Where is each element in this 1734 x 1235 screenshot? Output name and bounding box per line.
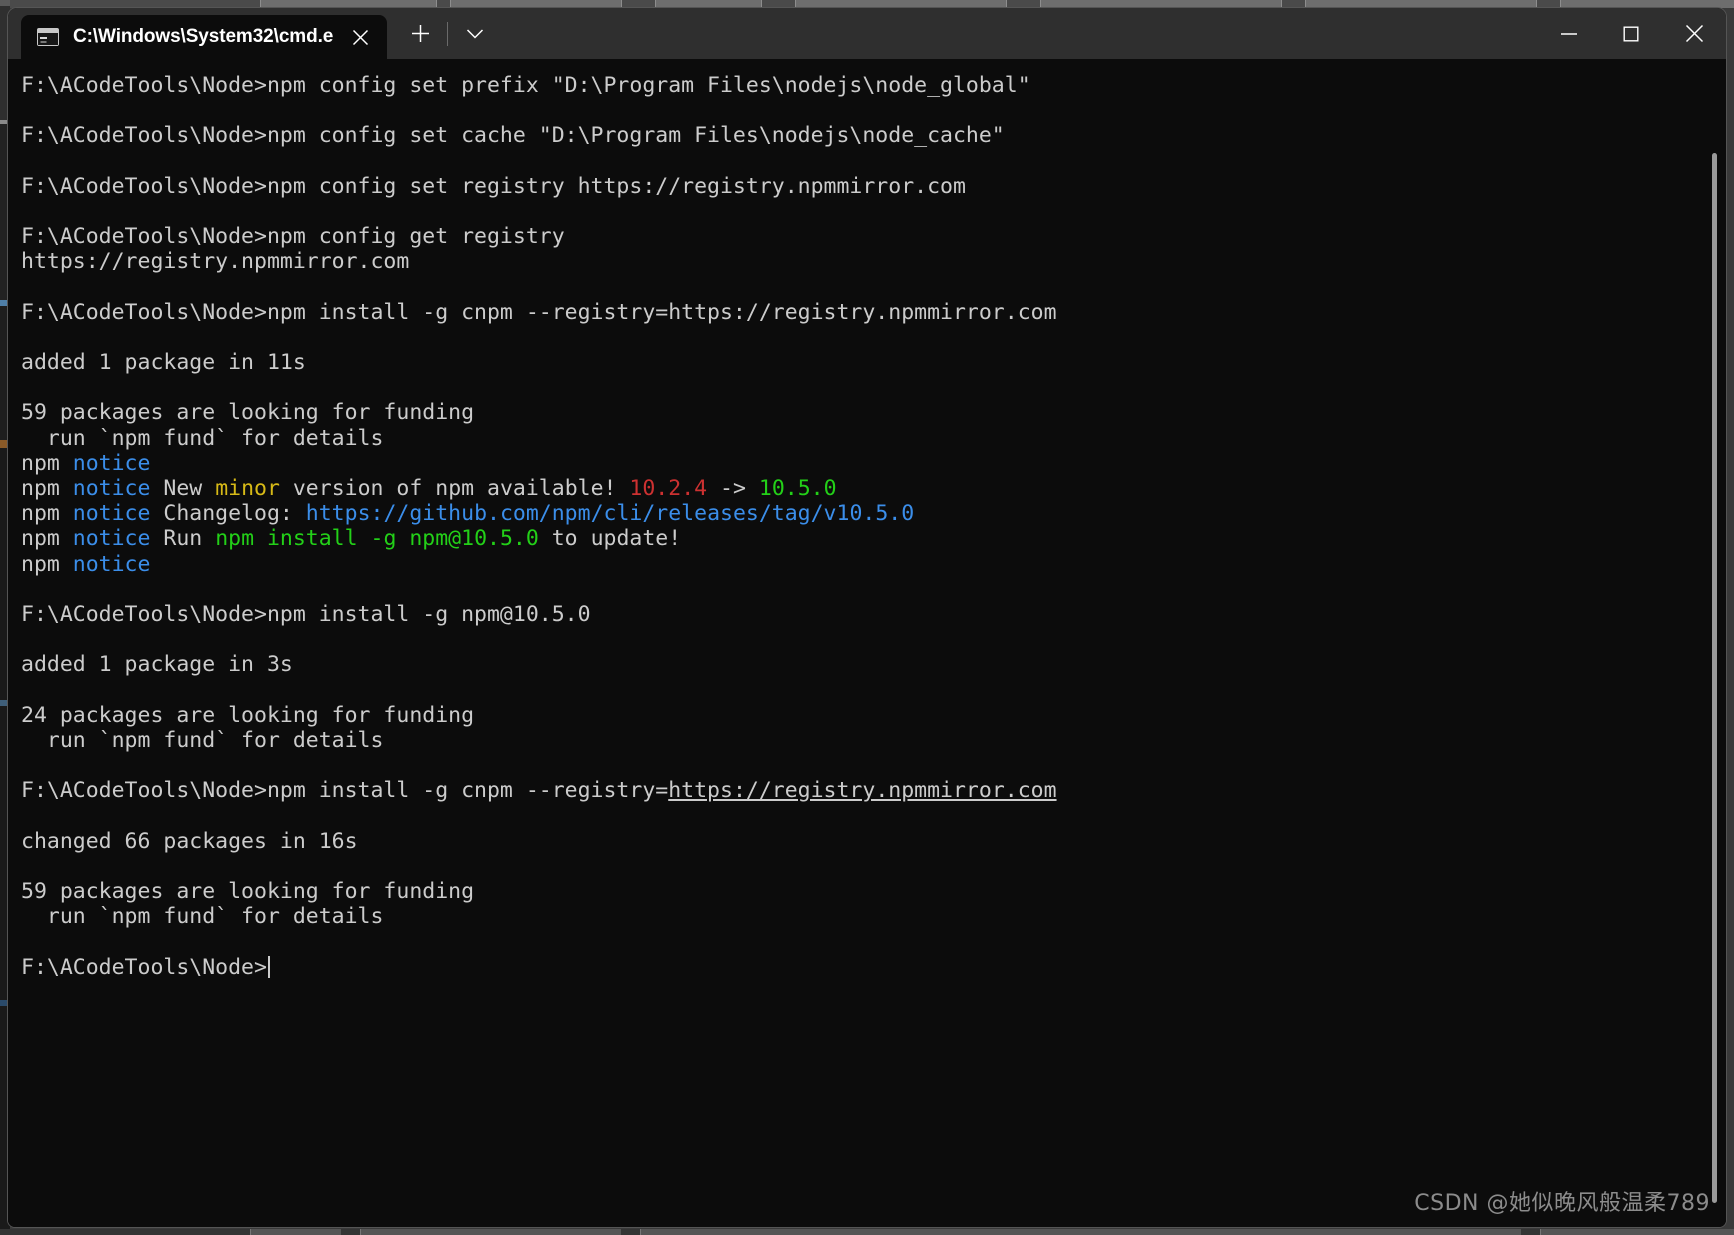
console-text: 59 packages are looking for funding <box>21 400 475 426</box>
console-line: npm notice New minor version of npm avai… <box>21 476 1726 501</box>
console-text: F:\ACodeTools\Node>npm config get regist… <box>21 224 565 250</box>
terminal-window: C:\Windows\System32\cmd.e F:\ACodeTools\… <box>8 8 1726 1227</box>
console-line: npm notice Changelog: https://github.com… <box>21 501 1726 526</box>
maximize-icon[interactable] <box>1600 8 1662 59</box>
console-text: F:\ACodeTools\Node>npm install -g cnpm -… <box>21 778 669 804</box>
console-text: npm install -g npm@10.5.0 <box>215 526 539 552</box>
console-line: F:\ACodeTools\Node>npm install -g cnpm -… <box>21 300 1726 325</box>
new-tab-icon[interactable] <box>401 15 439 53</box>
close-tab-icon[interactable] <box>343 20 377 54</box>
console-line: run `npm fund` for details <box>21 728 1726 753</box>
console-line: changed 66 packages in 16s <box>21 829 1726 854</box>
console-line: F:\ACodeTools\Node>npm config set cache … <box>21 123 1726 148</box>
console-text: notice <box>72 501 151 527</box>
console-output: F:\ACodeTools\Node>npm config set prefix… <box>14 73 1726 980</box>
console-line: npm notice <box>21 451 1726 476</box>
tabbar-separator <box>447 21 449 46</box>
console-text: npm <box>21 501 73 527</box>
console-line: run `npm fund` for details <box>21 904 1726 929</box>
console-line: 24 packages are looking for funding <box>21 703 1726 728</box>
console-text: F:\ACodeTools\Node>npm config set cache … <box>21 123 1005 149</box>
text-cursor <box>267 955 270 978</box>
terminal-scrollbar[interactable] <box>1708 59 1720 1227</box>
console-line: F:\ACodeTools\Node>npm install -g npm@10… <box>21 602 1726 627</box>
console-text: https://github.com/npm/cli/releases/tag/… <box>305 501 915 527</box>
console-link[interactable]: https://registry.npmmirror.com <box>668 778 1056 803</box>
minimize-icon[interactable] <box>1538 8 1600 59</box>
console-line: npm notice Run npm install -g npm@10.5.0… <box>21 526 1726 551</box>
console-text: run `npm fund` for details <box>21 904 384 930</box>
close-icon[interactable] <box>1662 8 1726 59</box>
tabbar-actions <box>387 8 494 59</box>
console-text: npm <box>21 551 73 577</box>
console-text: changed 66 packages in 16s <box>21 828 358 854</box>
console-text: run `npm fund` for details <box>21 727 384 753</box>
console-text: F:\ACodeTools\Node>npm install -g cnpm -… <box>21 299 1057 325</box>
console-text: New <box>150 476 216 501</box>
tab-title: C:\Windows\System32\cmd.e <box>73 26 334 47</box>
watermark-text: CSDN @她似晚风般温柔789 <box>1414 1191 1710 1216</box>
chevron-down-icon[interactable] <box>456 15 494 53</box>
console-text: 10.2.4 <box>629 476 708 501</box>
console-text: npm <box>21 526 73 552</box>
console-line: F:\ACodeTools\Node>npm install -g cnpm -… <box>21 778 1726 803</box>
console-text: added 1 package in 11s <box>21 350 306 376</box>
console-text: F:\ACodeTools\Node>npm config set prefix… <box>21 73 1031 98</box>
console-text: https://registry.npmmirror.com <box>21 249 410 275</box>
cmd-console-icon <box>37 28 59 46</box>
background-window-top-strip <box>0 0 1734 8</box>
console-line: 59 packages are looking for funding <box>21 400 1726 425</box>
console-line: F:\ACodeTools\Node> <box>21 955 1726 980</box>
console-text: notice <box>72 526 151 552</box>
console-text: F:\ACodeTools\Node>npm install -g npm@10… <box>21 601 591 627</box>
console-text: 59 packages are looking for funding <box>21 879 475 904</box>
console-text: F:\ACodeTools\Node>npm config set regist… <box>21 173 966 199</box>
console-line: F:\ACodeTools\Node>npm config set regist… <box>21 174 1726 199</box>
console-line: 59 packages are looking for funding <box>21 879 1726 904</box>
console-line: npm notice <box>21 552 1726 577</box>
console-text: 10.5.0 <box>758 476 837 501</box>
console-text: run `npm fund` for details <box>21 425 384 451</box>
console-line: F:\ACodeTools\Node>npm config set prefix… <box>21 73 1726 98</box>
taskbar-peek-strip <box>0 1229 1734 1235</box>
console-text: notice <box>72 551 151 577</box>
console-text: -> <box>707 476 759 501</box>
scrollbar-thumb[interactable] <box>1712 153 1717 1203</box>
console-text: Changelog: <box>150 501 306 527</box>
console-text: F:\ACodeTools\Node> <box>21 954 267 980</box>
window-controls <box>1538 8 1726 59</box>
console-text: added 1 package in 3s <box>21 652 293 678</box>
console-line: run `npm fund` for details <box>21 426 1726 451</box>
console-line: F:\ACodeTools\Node>npm config get regist… <box>21 224 1726 249</box>
tab-strip: C:\Windows\System32\cmd.e <box>8 8 388 59</box>
console-text: Run <box>150 526 216 552</box>
console-text: notice <box>72 476 151 501</box>
console-text: minor <box>215 476 280 501</box>
console-text: 24 packages are looking for funding <box>21 702 475 728</box>
console-line: added 1 package in 3s <box>21 652 1726 677</box>
title-bar[interactable]: C:\Windows\System32\cmd.e <box>8 8 1726 59</box>
console-line: https://registry.npmmirror.com <box>21 249 1726 274</box>
console-text: to update! <box>538 526 682 552</box>
console-text: npm <box>21 476 73 501</box>
console-text: notice <box>72 450 151 476</box>
console-line: added 1 package in 11s <box>21 350 1726 375</box>
console-text: version of npm available! <box>279 476 630 501</box>
tab-cmd[interactable]: C:\Windows\System32\cmd.e <box>21 15 388 59</box>
terminal-body[interactable]: F:\ACodeTools\Node>npm config set prefix… <box>8 59 1726 1227</box>
console-text: npm <box>21 450 73 476</box>
